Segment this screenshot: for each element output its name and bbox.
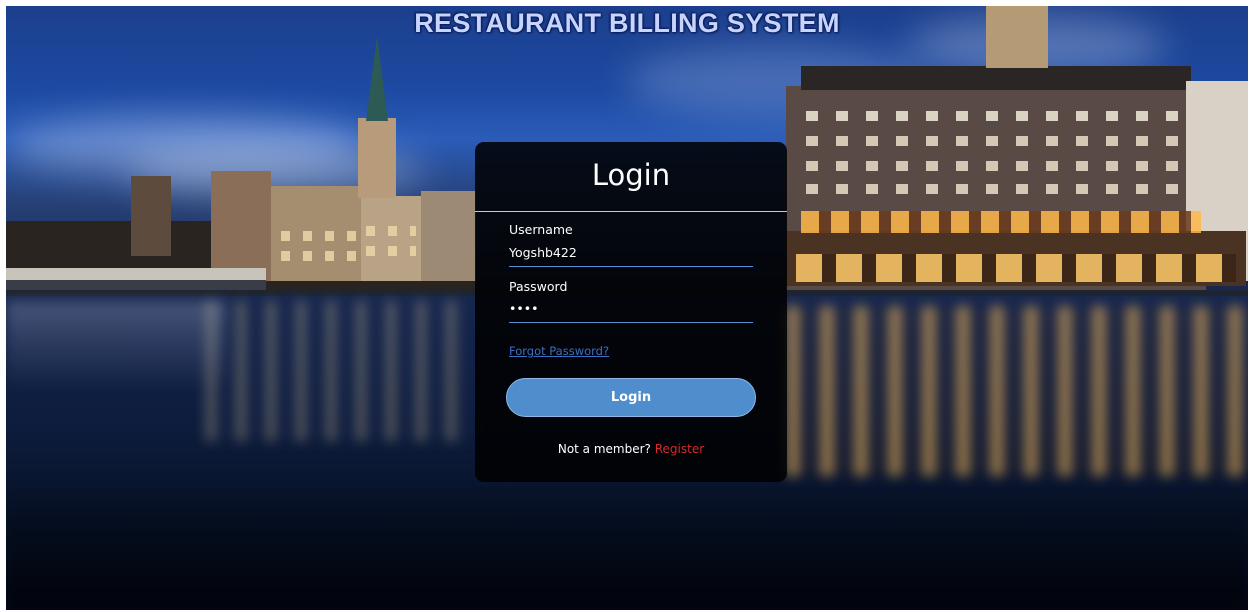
password-input[interactable]: [509, 298, 753, 323]
page-title: RESTAURANT BILLING SYSTEM: [414, 8, 840, 38]
register-row: Not a member? Register: [475, 442, 787, 456]
title-divider: [475, 211, 787, 212]
register-link[interactable]: Register: [655, 442, 704, 456]
login-screen: RESTAURANT BILLING SYSTEM Login Username…: [6, 6, 1248, 610]
register-prompt: Not a member?: [557, 442, 651, 456]
login-card: Login Username Password Forgot Password?…: [475, 142, 787, 482]
password-label: Password: [509, 279, 568, 294]
forgot-password-link[interactable]: Forgot Password?: [509, 344, 609, 358]
username-label: Username: [509, 222, 573, 237]
username-input[interactable]: [509, 242, 753, 267]
login-title: Login: [591, 158, 671, 192]
login-button[interactable]: Login: [506, 378, 756, 417]
